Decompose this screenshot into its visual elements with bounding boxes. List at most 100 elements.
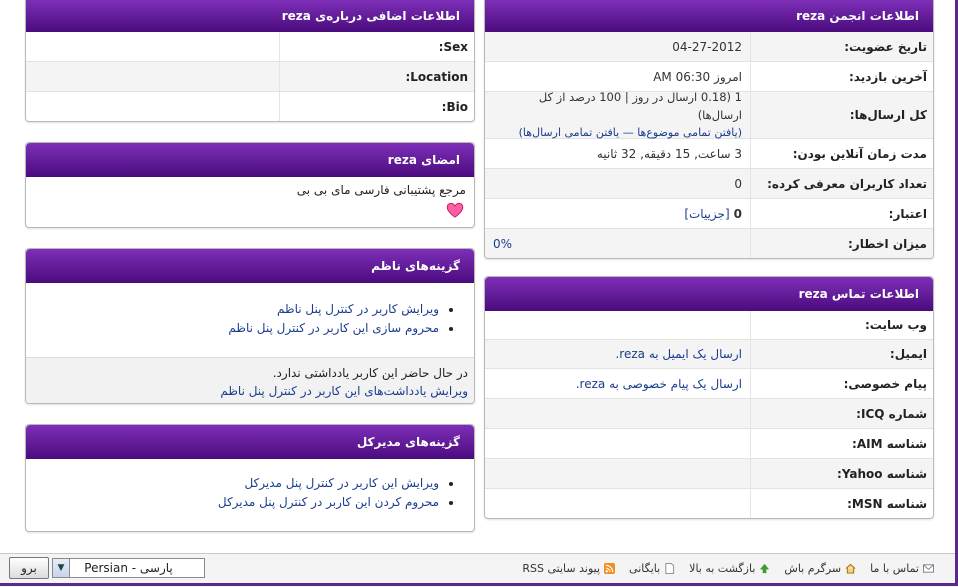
footer-rss-link[interactable]: پیوند سایتی RSS	[522, 562, 616, 575]
row-online-time: مدت زمان آنلاین بودن: 3 ساعت, 15 دقیقه, …	[485, 138, 933, 168]
location-value	[26, 62, 279, 91]
go-button[interactable]: برو	[9, 557, 49, 579]
pm-cell: ارسال یک پیام خصوصی به reza.	[485, 369, 750, 398]
website-value	[485, 311, 750, 339]
footer-home-label: سرگرم باش	[784, 562, 842, 575]
forum-info-header: اطلاعات انجمن reza	[485, 0, 933, 32]
referrals-value: 0	[734, 176, 742, 191]
admin-options-header: گزینه‌های مدیرکل	[26, 425, 474, 459]
extra-info-table: Sex: Location: Bio:	[26, 32, 474, 121]
row-join-date: تاریخ عضویت: 04-27-2012	[485, 32, 933, 61]
chevron-down-icon[interactable]: ▼	[53, 559, 70, 577]
reputation-label: اعتبار:	[750, 199, 933, 228]
last-visit-label: آخرین بازدید:	[750, 62, 933, 91]
forum-info-title: اطلاعات انجمن reza	[796, 9, 919, 23]
footer-home-link[interactable]: سرگرم باش	[784, 562, 856, 575]
send-email-link[interactable]: ارسال یک ایمیل به reza.	[493, 347, 742, 361]
list-item: محروم کردن این کاربر در کنترل پنل مدیرکل	[26, 495, 439, 510]
admin-options-panel: گزینه‌های مدیرکل ویرایش این کاربر در کنت…	[25, 424, 475, 532]
language-select-value: پارسی - Persian	[84, 561, 173, 575]
footer-contact-link[interactable]: تماس با ما	[870, 562, 934, 575]
row-bio: Bio:	[26, 91, 474, 121]
row-sex: Sex:	[26, 32, 474, 61]
aim-value	[485, 429, 750, 458]
forum-info-table: تاریخ عضویت: 04-27-2012 آخرین بازدید: ام…	[485, 32, 933, 258]
footer-bar: تماس با ما سرگرم باش بازگشت به بالا بایگ…	[0, 553, 958, 587]
footer-contact-label: تماس با ما	[870, 562, 919, 575]
sex-label: Sex:	[279, 32, 474, 61]
yahoo-value	[485, 459, 750, 488]
warning-label: میزان اخطار:	[750, 229, 933, 258]
admin-edit-user-link[interactable]: ویرایش این کاربر در کنترل پنل مدیرکل	[244, 476, 439, 490]
footer-top-label: بازگشت به بالا	[689, 562, 756, 575]
signature-body: مرجع پشتیبانی فارسی مای بی بی	[26, 177, 474, 203]
edit-notes-link[interactable]: ویرایش یادداشت‌های این کاربر در کنترل پن…	[220, 384, 468, 398]
warning-cell: 0%	[485, 229, 750, 258]
mod-ban-user-link[interactable]: محروم سازی این کاربر در کنترل پنل ناظم	[228, 321, 439, 335]
row-email: ایمیل: ارسال یک ایمیل به reza.	[485, 339, 933, 368]
language-select[interactable]: ▼ پارسی - Persian	[52, 558, 205, 578]
bio-label: Bio:	[279, 92, 474, 121]
warning-level-link[interactable]: 0%	[493, 237, 742, 251]
footer-archive-link[interactable]: بایگانی	[629, 562, 675, 575]
reputation-value: 0	[733, 206, 742, 221]
join-date-label: تاریخ عضویت:	[750, 32, 933, 61]
last-visit-value: امروز 06:30 AM	[653, 69, 742, 84]
admin-options-list: ویرایش این کاربر در کنترل پنل مدیرکل محر…	[26, 459, 474, 510]
document-icon	[665, 563, 675, 574]
online-time-value: 3 ساعت, 15 دقیقه, 32 ثانیه	[596, 146, 742, 161]
contact-info-title: اطلاعات تماس reza	[798, 287, 919, 301]
list-item: ویرایش کاربر در کنترل پنل ناظم	[26, 302, 439, 317]
heart-icon	[446, 202, 464, 218]
signature-header: امضای reza	[26, 143, 474, 177]
total-posts-cell: 1 (0.18 ارسال در روز | 100 درصد از کل ار…	[485, 90, 750, 139]
msn-label: شناسه MSN:	[750, 489, 933, 518]
contact-info-panel: اطلاعات تماس reza وب سایت: ایمیل: ارسال …	[484, 276, 934, 519]
total-posts-value: 1 (0.18 ارسال در روز | 100 درصد از کل ار…	[538, 90, 742, 122]
referrals-label: تعداد کاربران معرفی کرده:	[750, 169, 933, 198]
mod-edit-user-link[interactable]: ویرایش کاربر در کنترل پنل ناظم	[277, 302, 439, 316]
admin-ban-user-link[interactable]: محروم کردن این کاربر در کنترل پنل مدیرکل	[218, 495, 439, 509]
icq-value	[485, 399, 750, 428]
footer-rss-label: پیوند سایتی RSS	[522, 562, 601, 575]
sex-value	[26, 32, 279, 61]
website-label: وب سایت:	[750, 311, 933, 339]
extra-info-title: اطلاعات اضافی درباره‌ی reza	[281, 9, 460, 23]
row-reputation: اعتبار: 0 [جزییات]	[485, 198, 933, 228]
row-referrals: تعداد کاربران معرفی کرده: 0	[485, 168, 933, 198]
email-label: ایمیل:	[750, 340, 933, 368]
row-yahoo: شناسه Yahoo:	[485, 458, 933, 488]
pm-label: پیام خصوصی:	[750, 369, 933, 398]
signature-title: امضای reza	[387, 153, 460, 167]
aim-label: شناسه AIM:	[750, 429, 933, 458]
moderator-options-header: گزینه‌های ناظم	[26, 249, 474, 283]
contact-info-header: اطلاعات تماس reza	[485, 277, 933, 311]
footer-top-link[interactable]: بازگشت به بالا	[689, 562, 770, 575]
join-date-value: 04-27-2012	[672, 39, 742, 54]
moderator-options-title: گزینه‌های ناظم	[371, 259, 460, 273]
row-pm: پیام خصوصی: ارسال یک پیام خصوصی به reza.	[485, 368, 933, 398]
row-warning: میزان اخطار: 0%	[485, 228, 933, 258]
row-msn: شناسه MSN:	[485, 488, 933, 518]
reputation-details-link[interactable]: [جزییات]	[684, 207, 729, 221]
send-pm-link[interactable]: ارسال یک پیام خصوصی به reza.	[493, 377, 742, 391]
moderator-options-panel: گزینه‌های ناظم ویرایش کاربر در کنترل پنل…	[25, 248, 475, 404]
footer-archive-label: بایگانی	[629, 562, 661, 575]
bio-value	[26, 92, 279, 121]
extra-info-panel: اطلاعات اضافی درباره‌ی reza Sex: Locatio…	[25, 0, 475, 122]
signature-text: مرجع پشتیبانی فارسی مای بی بی	[296, 183, 466, 197]
admin-options-title: گزینه‌های مدیرکل	[356, 435, 460, 449]
msn-value	[485, 489, 750, 518]
contact-info-table: وب سایت: ایمیل: ارسال یک ایمیل به reza. …	[485, 311, 933, 518]
total-posts-label: کل ارسال‌ها:	[750, 92, 933, 138]
footer-links: تماس با ما سرگرم باش بازگشت به بالا بایگ…	[522, 562, 934, 575]
online-time-label: مدت زمان آنلاین بودن:	[750, 139, 933, 168]
row-aim: شناسه AIM:	[485, 428, 933, 458]
email-cell: ارسال یک ایمیل به reza.	[485, 340, 750, 368]
row-icq: شماره ICQ:	[485, 398, 933, 428]
icq-label: شماره ICQ:	[750, 399, 933, 428]
moderator-options-list: ویرایش کاربر در کنترل پنل ناظم محروم ساز…	[26, 283, 474, 357]
row-last-visit: آخرین بازدید: امروز 06:30 AM	[485, 61, 933, 91]
arrow-up-icon	[760, 563, 770, 574]
row-location: Location:	[26, 61, 474, 91]
